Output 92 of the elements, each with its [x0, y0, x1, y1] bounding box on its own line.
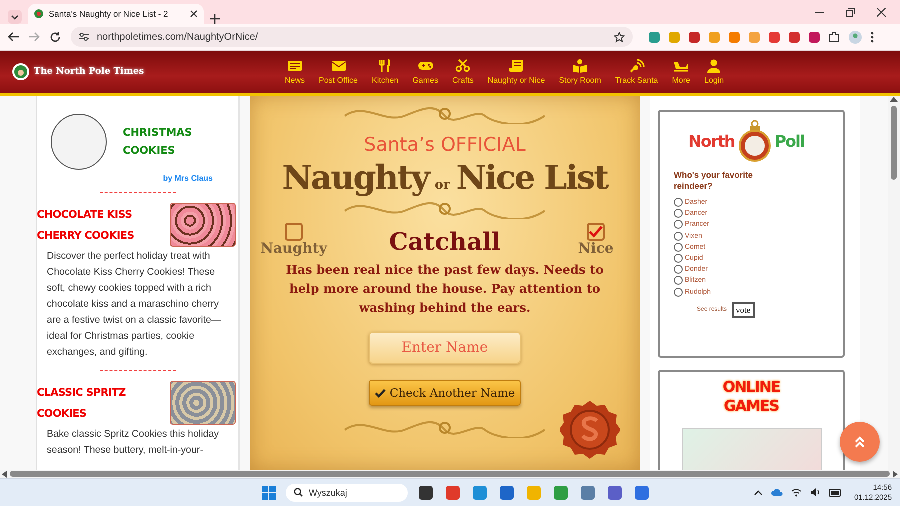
chevron-up-icon[interactable] — [754, 490, 764, 496]
profile-icon[interactable] — [849, 30, 862, 44]
holly-icon — [34, 9, 44, 19]
cookie-photo — [170, 203, 236, 247]
horizontal-scrollbar[interactable] — [0, 470, 900, 478]
wifi-icon[interactable] — [791, 488, 802, 497]
star-icon[interactable] — [614, 32, 625, 42]
extension-icon[interactable] — [809, 32, 820, 42]
article-summary: Bake classic Spritz Cookies this holiday season! These buttery, melt-in-your- — [46, 428, 220, 458]
extension-icon[interactable] — [689, 32, 700, 42]
close-icon[interactable] — [877, 8, 886, 16]
nav-link[interactable]: Games — [406, 59, 446, 85]
close-icon[interactable] — [190, 10, 198, 18]
nav-link[interactable]: Kitchen — [365, 59, 406, 85]
battery-icon[interactable] — [829, 488, 842, 496]
checkbox-label: Naughty — [260, 241, 328, 257]
nav-link[interactable]: More — [665, 59, 698, 85]
gamepad-icon — [418, 59, 434, 73]
nav-link[interactable]: Track Santa — [608, 59, 666, 85]
cloud-icon[interactable] — [771, 488, 784, 497]
child-name: Catchall — [388, 227, 502, 257]
certificate-title: Naughty or Nice List — [281, 158, 610, 197]
back-icon[interactable] — [8, 32, 19, 42]
radio-button[interactable] — [674, 209, 683, 218]
nav-link[interactable]: News — [278, 59, 312, 85]
cookie-photo — [170, 381, 236, 425]
restore-icon[interactable] — [846, 8, 855, 16]
radio-button[interactable] — [674, 265, 683, 274]
certificate-kicker: Santa’s OFFICIAL — [363, 134, 527, 156]
extension-icon[interactable] — [789, 32, 800, 42]
article-summary: Discover the perfect holiday treat with Chocolate Kiss Cherry Cookies! These soft, chewy cookies topped with a rich chocolate kiss and a maraschino cherry are a festive twist on a classic favorite—ideal for Christmas parties, cookie exchanges, and gifting. — [46, 250, 222, 360]
plus-icon[interactable] — [210, 14, 220, 24]
byline: by Mrs Claus — [162, 174, 214, 183]
vertical-scrollbar[interactable] — [888, 96, 900, 470]
section-heading: CHRISTMAS COOKIES — [123, 126, 193, 159]
vote-button[interactable]: vote — [732, 302, 755, 318]
extension-icon[interactable] — [769, 32, 780, 42]
nav-link[interactable]: Naughty or Nice — [480, 59, 552, 85]
nav-link[interactable]: Crafts — [445, 59, 481, 85]
check-name-button[interactable]: Check Another Name — [369, 380, 521, 406]
search-icon — [294, 488, 303, 497]
browser-tab[interactable]: Santa's Naughty or Nice List - 2 — [28, 4, 204, 24]
newspaper-icon — [287, 59, 303, 73]
back-to-top-button[interactable] — [840, 422, 880, 462]
nav-link[interactable]: Story Room — [552, 59, 608, 85]
arrow-up-icon[interactable] — [890, 96, 898, 102]
radio-button[interactable] — [674, 254, 683, 264]
reload-icon[interactable] — [50, 32, 61, 42]
radio-button[interactable] — [674, 276, 683, 286]
double-chevron-up-icon — [854, 436, 866, 448]
article-title[interactable]: CHOCOLATE KISS CHERRY COOKIES — [37, 203, 166, 247]
site-logo[interactable]: The North Pole Times — [34, 67, 144, 77]
radio-button[interactable] — [674, 198, 683, 208]
nav-link[interactable]: Post Office — [312, 59, 365, 85]
games-heading: ONLINE GAMES — [722, 378, 782, 416]
extension-icon[interactable] — [649, 32, 660, 42]
app-icon[interactable] — [607, 484, 623, 500]
nav-link[interactable]: Login — [698, 59, 732, 85]
poll-logo-text: North — [688, 132, 735, 150]
extension-icon[interactable] — [729, 32, 740, 42]
user-icon — [706, 59, 722, 73]
scroll-icon — [508, 59, 524, 73]
article-title[interactable]: CLASSIC SPRITZ COOKIES — [37, 381, 166, 425]
app-icon[interactable] — [499, 484, 515, 500]
check-icon — [374, 388, 386, 398]
radio-button[interactable] — [674, 288, 683, 297]
book-icon — [572, 59, 588, 73]
tune-icon — [79, 32, 89, 42]
poll-question: Who's your favorite reindeer? — [674, 170, 754, 192]
app-icon[interactable] — [418, 484, 434, 500]
envelope-icon — [330, 59, 346, 73]
utensils-icon — [377, 59, 394, 73]
arrow-right-icon[interactable] — [893, 470, 898, 478]
menu-icon[interactable] — [871, 32, 874, 42]
santa-note: Has been real nice the past few days. Needs to help more around the house. Pay attention to washing behind the ears. — [285, 262, 605, 317]
name-field[interactable]: Enter Name — [369, 332, 521, 364]
radio-button[interactable] — [674, 242, 683, 252]
radio-button[interactable] — [674, 220, 683, 230]
start-icon[interactable] — [262, 486, 276, 500]
chevron-down-icon[interactable] — [8, 10, 22, 24]
address-bar[interactable]: northpoletimes.com/NaughtyOrNice/ — [71, 27, 633, 47]
speaker-icon[interactable] — [810, 488, 822, 497]
checkbox[interactable] — [587, 223, 605, 241]
poll-logo-text: Poll — [774, 132, 804, 150]
checkbox-label: Nice — [578, 241, 614, 257]
radio-button[interactable] — [674, 232, 683, 241]
checkbox[interactable] — [285, 223, 303, 241]
scissors-icon — [455, 59, 472, 73]
taskbar-search-field[interactable]: Wyszukaj — [286, 484, 408, 502]
arrow-left-icon[interactable] — [2, 470, 7, 478]
wax-seal-drawing — [560, 400, 620, 460]
check-icon — [589, 226, 603, 238]
